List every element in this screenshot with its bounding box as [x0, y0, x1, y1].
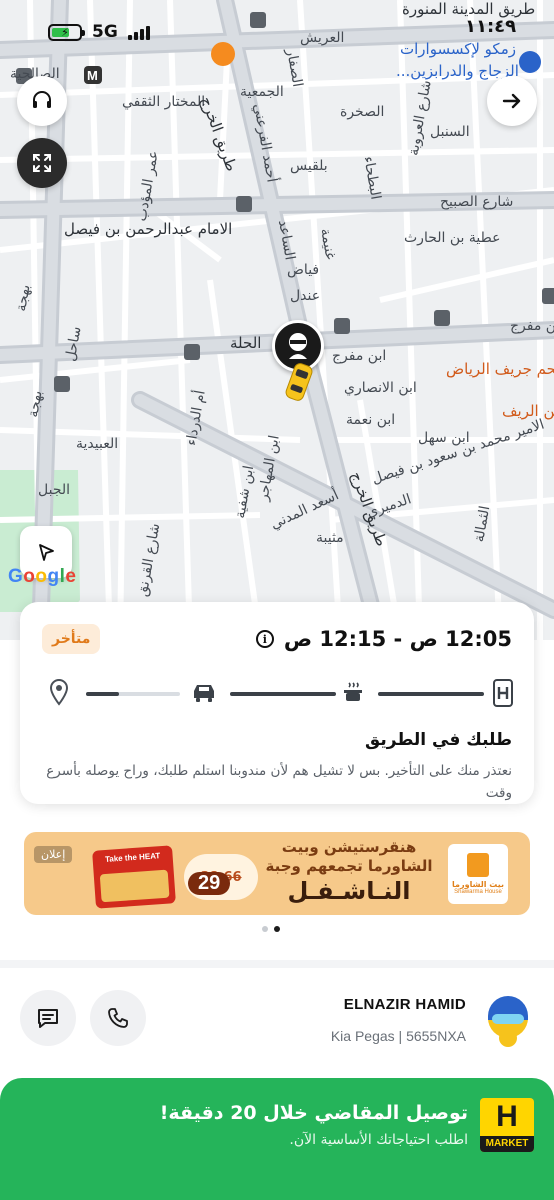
h-market-logo: H MARKET	[480, 1098, 534, 1152]
carousel-dot[interactable]	[262, 926, 268, 932]
map-label: السنبل	[430, 124, 470, 140]
map-label: العبيدية	[76, 436, 119, 452]
map-label: شارع الصبيح	[440, 194, 514, 210]
chat-button[interactable]	[20, 990, 76, 1046]
map-label: ابن مفرج	[332, 348, 387, 364]
order-status-title: طلبك في الطريق	[365, 730, 512, 750]
car-icon	[190, 678, 218, 706]
promo-text: هنقرستيشن وبيت الشاورما تجمعهم وجبة النـ…	[265, 838, 433, 905]
driver-avatar	[488, 996, 528, 1047]
late-badge: متأخر	[42, 624, 101, 654]
ad-label: إعلان	[34, 846, 73, 863]
expand-map-button[interactable]	[17, 138, 67, 188]
map-label: الجبل	[38, 482, 71, 498]
promo-banner[interactable]: بيت الشاورما Shawarma House هنقرستيشن وب…	[24, 832, 530, 915]
map-label: عندل	[290, 288, 321, 304]
map-label: ابن الريف	[502, 402, 554, 420]
call-button[interactable]	[90, 990, 146, 1046]
map-label: ابن مفرج	[510, 318, 554, 334]
market-subtitle: اطلب احتياجاتك الأساسية الآن.	[289, 1132, 468, 1148]
map-label: الجمعية	[240, 84, 284, 100]
market-title: توصيل المقاضي خلال 20 دقيقة!	[159, 1102, 468, 1124]
map-label: فياض	[287, 262, 320, 278]
order-status-description: نعتذر منك على التأخير. بس لا تشيل هم لأن…	[46, 763, 512, 801]
map-label: ابن نعمة	[346, 412, 396, 428]
new-price: 29	[188, 872, 231, 895]
map-label: ابن الانصاري	[344, 380, 417, 396]
map-label: الامام عبدالرحمن بن فيصل	[64, 220, 233, 238]
order-progress	[42, 674, 514, 714]
headset-icon	[33, 91, 51, 108]
status-clock: ١١:٤٩	[465, 16, 517, 37]
driver-info: ELNAZIR HAMID Kia Pegas | 5655NXA	[0, 982, 554, 1072]
cooking-pot-icon	[339, 678, 367, 706]
info-icon[interactable]: i	[255, 630, 274, 648]
driver-vehicle: Kia Pegas | 5655NXA	[330, 1028, 466, 1044]
phone-icon	[108, 1008, 128, 1028]
forward-button[interactable]	[487, 76, 537, 126]
svg-text:M: M	[87, 68, 98, 83]
delivery-time: 12:05 ص - 12:15 ص i	[255, 627, 512, 651]
carousel-dot-active[interactable]	[274, 926, 280, 932]
map-label: الحلة	[230, 334, 262, 352]
carousel-dots[interactable]	[262, 926, 280, 932]
signal-icon	[127, 25, 150, 40]
progress-current	[86, 692, 119, 696]
location-pin-icon	[48, 678, 70, 706]
navigation-arrow-icon	[39, 544, 54, 561]
support-button[interactable]	[17, 76, 67, 126]
h-market-banner[interactable]: H MARKET توصيل المقاضي خلال 20 دقيقة! اط…	[0, 1078, 554, 1200]
promo-price: 38.66 29	[184, 854, 258, 900]
shawarma-house-logo: بيت الشاورما Shawarma House	[448, 844, 508, 904]
google-logo: Google	[8, 566, 77, 587]
restaurant-h-icon	[492, 678, 514, 708]
arrow-right-icon	[502, 93, 521, 109]
map-label: المختار الثقفي	[122, 94, 206, 110]
courier-icon	[289, 333, 307, 359]
car-marker-icon	[285, 363, 313, 401]
status-bar: ⚡ 5G	[48, 22, 150, 42]
chat-icon	[38, 1009, 58, 1028]
map-label: مثيبة	[316, 530, 344, 546]
progress-segment-done	[230, 692, 336, 696]
order-status-card: 12:05 ص - 12:15 ص i متأخر طلبك في الطريق…	[20, 602, 534, 804]
map-label: عطية بن الحارث	[404, 230, 501, 246]
map-label: العريش	[300, 30, 345, 46]
driver-name: ELNAZIR HAMID	[343, 996, 466, 1013]
map-label: بلقيس	[290, 158, 328, 174]
battery-icon: ⚡	[48, 23, 85, 41]
map-view[interactable]: M طريق المدينة المنورة العريش الصفار زمك…	[0, 0, 554, 640]
progress-segment-done	[378, 692, 484, 696]
meal-box-image: Take the HEAT	[92, 845, 176, 909]
network-label: 5G	[92, 22, 118, 42]
expand-icon	[33, 154, 51, 172]
map-label: الصخرة	[340, 104, 385, 120]
delivery-time-range: 12:05 ص - 12:15 ص	[283, 627, 512, 651]
map-label: الزجاج والدرابزين...	[396, 62, 519, 80]
shopping-bag-icon	[467, 853, 489, 877]
section-divider	[0, 960, 554, 968]
map-label: لحم جريف الرياض	[446, 360, 554, 378]
map-label: زمكو لإكسسوارات	[400, 40, 516, 58]
